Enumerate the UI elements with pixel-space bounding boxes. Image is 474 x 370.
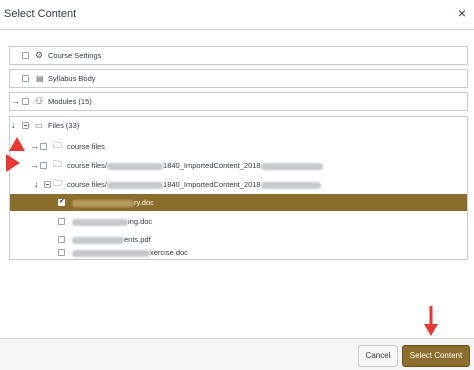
syllabus-body-checkbox[interactable] [22,75,29,82]
course-settings-checkbox[interactable] [22,52,29,59]
expand-arrow-icon[interactable]: → [30,142,39,151]
folder-row[interactable]: → 🗀 course files/1840_ImportedContent_20… [10,157,467,174]
collapse-arrow-icon[interactable]: ↓ [34,180,39,189]
files-icon: ▭ [35,121,43,130]
file-checkbox[interactable] [58,249,65,256]
folder-row[interactable]: ↓ 🗀 course files/1840_ImportedContent_20… [10,176,467,193]
file-row[interactable]: ing.doc [10,213,467,230]
modules-row[interactable]: → ⚇ Modules (15) [9,92,468,111]
folder-label: course files [67,142,105,151]
annotation-arrow-down-icon [424,306,438,336]
dialog-title: Select Content [4,8,77,20]
file-checkbox[interactable] [58,236,65,243]
annotation-arrow-up-icon [9,137,25,151]
file-label: ry.doc [72,198,154,207]
modules-icon: ⚇ [35,96,44,106]
close-icon[interactable]: × [458,6,466,20]
file-label: xercise.doc [72,248,188,257]
redacted-text [260,181,321,189]
redacted-text [72,249,150,257]
files-label: Files (33) [48,121,80,130]
file-label: ents.pdf [72,235,151,244]
folder-label: course files/1840_ImportedContent_2018 [67,180,321,189]
course-settings-row[interactable]: ⚙ Course Settings [9,46,468,65]
redacted-text [107,181,164,189]
course-settings-label: Course Settings [48,51,102,60]
cancel-button[interactable]: Cancel [358,345,398,367]
folder-checkbox[interactable] [44,181,51,188]
folder-icon: 🗀 [53,140,63,150]
folder-row[interactable]: → 🗀 course files [10,138,467,155]
modules-checkbox[interactable] [22,98,29,105]
redacted-text [72,218,128,226]
redacted-text [260,162,323,170]
modules-label: Modules (15) [48,97,92,106]
dialog-header: Select Content × [0,0,474,30]
syllabus-body-row[interactable]: ▤ Syllabus Body [9,69,468,88]
redacted-text [72,236,124,244]
file-checkbox-checked[interactable] [58,197,65,206]
folder-icon: 🗀 [53,159,63,169]
redacted-text [72,199,134,207]
folder-checkbox[interactable] [40,162,47,169]
dialog-footer: Cancel Select Content [0,338,474,370]
expand-arrow-icon[interactable]: → [30,161,39,170]
document-icon: ▤ [36,74,44,83]
expand-arrow-icon[interactable]: → [11,97,20,106]
redacted-text [107,162,164,170]
gear-icon: ⚙ [35,50,44,60]
syllabus-body-label: Syllabus Body [48,74,96,83]
file-label: ing.doc [72,217,152,226]
folder-checkbox[interactable] [40,143,47,150]
folder-icon: 🗀 [53,178,63,188]
folder-label: course files/1840_ImportedContent_2018 [67,161,323,170]
file-row[interactable]: xercise.doc [10,244,467,261]
select-content-button[interactable]: Select Content [402,345,470,367]
files-checkbox[interactable] [22,122,29,129]
files-tree: ↓ ▭ Files (33) → 🗀 course files → 🗀 cour… [9,116,468,260]
file-row-selected[interactable]: ry.doc [10,194,467,211]
collapse-arrow-icon[interactable]: ↓ [11,121,16,130]
file-checkbox[interactable] [58,218,65,225]
select-content-dialog: Select Content × ⚙ Course Settings ▤ Syl… [0,0,474,370]
annotation-arrow-right-icon [6,154,20,172]
